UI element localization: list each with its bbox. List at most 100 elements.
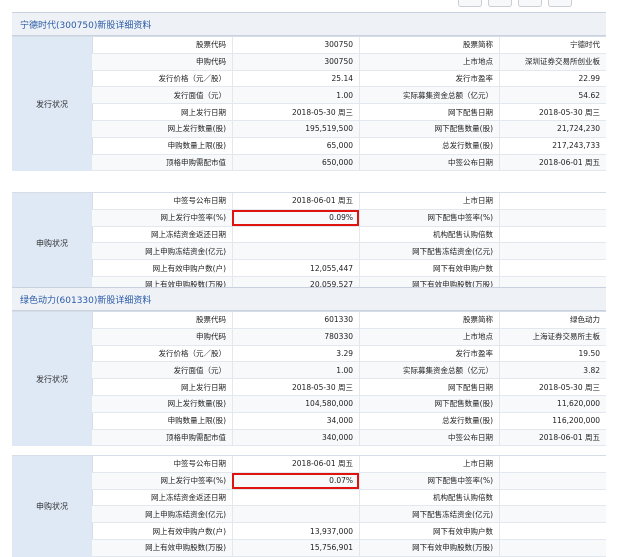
- field-value: 1.00: [232, 87, 359, 104]
- field-value: [499, 456, 606, 472]
- field-label: 网下有效申购户数: [359, 260, 499, 276]
- toolbar-button-2[interactable]: [488, 0, 512, 7]
- field-value: 65,000: [232, 137, 359, 154]
- table-row: 申购数量上限(股) 34,000 总发行数量(股) 116,200,000: [92, 412, 606, 430]
- table-row: 网上发行中签率(%) 0.07% 网下配售中签率(%): [92, 472, 606, 490]
- field-label: 发行市盈率: [359, 70, 499, 87]
- table-row: 网上发行数量(股) 104,580,000 网下配售数量(股) 11,620,000: [92, 395, 606, 413]
- top-toolbar: [458, 0, 572, 7]
- table-row: 发行面值（元） 1.00 实际募集资金总额（亿元） 3.82: [92, 362, 606, 380]
- field-label: 发行价格（元／股）: [158, 348, 227, 358]
- field-value: 2018-05-30 周三: [232, 104, 359, 120]
- field-value: 217,243,733: [499, 137, 606, 154]
- toolbar-button-3[interactable]: [518, 0, 542, 7]
- field-label: 发行价格（元／股）: [158, 73, 227, 83]
- field-label: 股票简称: [359, 37, 499, 53]
- table-row: 发行面值（元） 1.00 实际募集资金总额（亿元） 54.62: [92, 87, 606, 105]
- field-value: 绿色动力: [499, 312, 606, 328]
- field-value: [499, 506, 606, 523]
- field-label: 顶格申购需配市值: [166, 157, 226, 167]
- field-label: 网下有效申购股数(万股): [359, 539, 499, 556]
- table-row: 股票代码 601330 股票简称 绿色动力: [92, 312, 606, 329]
- field-value: 21,724,230: [499, 120, 606, 137]
- field-value: 15,756,901: [232, 539, 359, 556]
- field-label: 总发行数量(股): [359, 412, 499, 429]
- field-label: 网上发行日期: [181, 107, 226, 117]
- field-value: 25.14: [232, 70, 359, 87]
- field-value: [232, 243, 359, 260]
- field-label: 网上有效申购户数(户): [152, 263, 226, 273]
- subscription-status-section: 申购状况 中签号公布日期 2018-06-01 周五 上市日期 网上发行中签率(%) 0.…: [12, 455, 606, 557]
- ipo-detail-panel: 绿色动力(601330)新股详细资料发行状况 股票代码 601330 股票简称 绿色动力…: [12, 287, 606, 557]
- field-label: 申购数量上限(股): [167, 416, 226, 426]
- panel-title: 绿色动力(601330)新股详细资料: [20, 295, 152, 306]
- field-value: 12,055,447: [232, 260, 359, 276]
- field-label: 实际募集资金总额（亿元）: [359, 362, 499, 379]
- field-label: 网上发行中签率(%): [160, 213, 226, 223]
- field-value: 3.82: [499, 362, 606, 379]
- field-value: 深圳证券交易所创业板: [499, 53, 606, 70]
- panel-header: 绿色动力(601330)新股详细资料: [12, 287, 606, 311]
- field-value: 2018-06-01 周五: [232, 456, 359, 472]
- field-label: 中签公布日期: [359, 429, 499, 446]
- highlighted-winning-rate-value: 0.07%: [232, 472, 359, 489]
- field-value: [499, 193, 606, 209]
- field-value: [499, 260, 606, 276]
- section-category-cell: 申购状况: [12, 193, 93, 294]
- section-category-label: 发行状况: [36, 374, 68, 384]
- field-label: 网下配售中签率(%): [359, 209, 499, 226]
- table-row: 网上冻结资金返还日期 机构配售认购倍数: [92, 489, 606, 507]
- field-label: 网下配售日期: [359, 104, 499, 120]
- table-row: 申购数量上限(股) 65,000 总发行数量(股) 217,243,733: [92, 137, 606, 155]
- field-label: 中签号公布日期: [173, 196, 227, 206]
- toolbar-button-1[interactable]: [458, 0, 482, 7]
- field-value: 22.99: [499, 70, 606, 87]
- field-value: 104,580,000: [232, 395, 359, 412]
- field-label: 网下有效申购户数: [359, 523, 499, 539]
- panel-title: 宁德时代(300750)新股详细资料: [20, 20, 152, 31]
- field-label: 网下配售冻结资金(亿元): [359, 506, 499, 523]
- field-label: 网上发行中签率(%): [160, 476, 226, 486]
- table-row: 网上有效申购户数(户) 12,055,447 网下有效申购户数: [92, 260, 606, 277]
- section-category-cell: 申购状况: [12, 456, 93, 557]
- table-row: 网上有效申购户数(户) 13,937,000 网下有效申购户数: [92, 523, 606, 540]
- field-value: [232, 489, 359, 506]
- issue-status-section: 发行状况 股票代码 601330 股票简称 绿色动力 申购代码 780330 上市地点 上海证券…: [12, 311, 606, 447]
- field-label: 上市日期: [359, 456, 499, 472]
- field-value: 13,937,000: [232, 523, 359, 539]
- table-row: 顶格申购需配市值 340,000 中签公布日期 2018-06-01 周五: [92, 429, 606, 447]
- field-label: 机构配售认购倍数: [359, 489, 499, 506]
- table-row: 顶格申购需配市值 650,000 中签公布日期 2018-06-01 周五: [92, 154, 606, 172]
- field-value: [499, 226, 606, 243]
- table-row: 网上冻结资金返还日期 机构配售认购倍数: [92, 226, 606, 244]
- field-label: 股票简称: [359, 312, 499, 328]
- field-value: 11,620,000: [499, 395, 606, 412]
- field-value: 3.29: [232, 345, 359, 362]
- field-label: 顶格申购需配市值: [166, 432, 226, 442]
- field-label: 发行面值（元）: [173, 365, 227, 375]
- toolbar-button-4[interactable]: [548, 0, 572, 7]
- field-label: 网下配售冻结资金(亿元): [359, 243, 499, 260]
- table-row: 申购代码 780330 上市地点 上海证券交易所主板: [92, 328, 606, 346]
- field-label: 网上冻结资金返还日期: [151, 229, 226, 239]
- field-label: 网上发行数量(股): [167, 399, 226, 409]
- field-value: 195,519,500: [232, 120, 359, 137]
- ipo-detail-panel: 宁德时代(300750)新股详细资料 发行状况 股票代码 300750 股票简称 宁德时代…: [12, 12, 606, 294]
- field-value: [232, 506, 359, 523]
- field-value: 1.00: [232, 362, 359, 379]
- field-label: 上市地点: [359, 328, 499, 345]
- field-label: 网上有效申购户数(户): [152, 526, 226, 536]
- field-label: 发行市盈率: [359, 345, 499, 362]
- field-value: 300750: [232, 37, 359, 53]
- field-value: [499, 209, 606, 226]
- section-category-cell: 发行状况: [12, 312, 93, 447]
- field-value: 2018-06-01 周五: [499, 154, 606, 171]
- field-label: 网上有效申购股数(万股): [145, 543, 226, 553]
- table-row: 股票代码 300750 股票简称 宁德时代: [92, 37, 606, 54]
- field-label: 机构配售认购倍数: [359, 226, 499, 243]
- subscription-status-section: 申购状况 中签号公布日期 2018-06-01 周五 上市日期 网上发行中签率(%) 0.…: [12, 192, 606, 294]
- field-value: 2018-05-30 周三: [232, 379, 359, 395]
- field-label: 申购代码: [196, 57, 226, 67]
- field-label: 总发行数量(股): [359, 137, 499, 154]
- field-value: 19.50: [499, 345, 606, 362]
